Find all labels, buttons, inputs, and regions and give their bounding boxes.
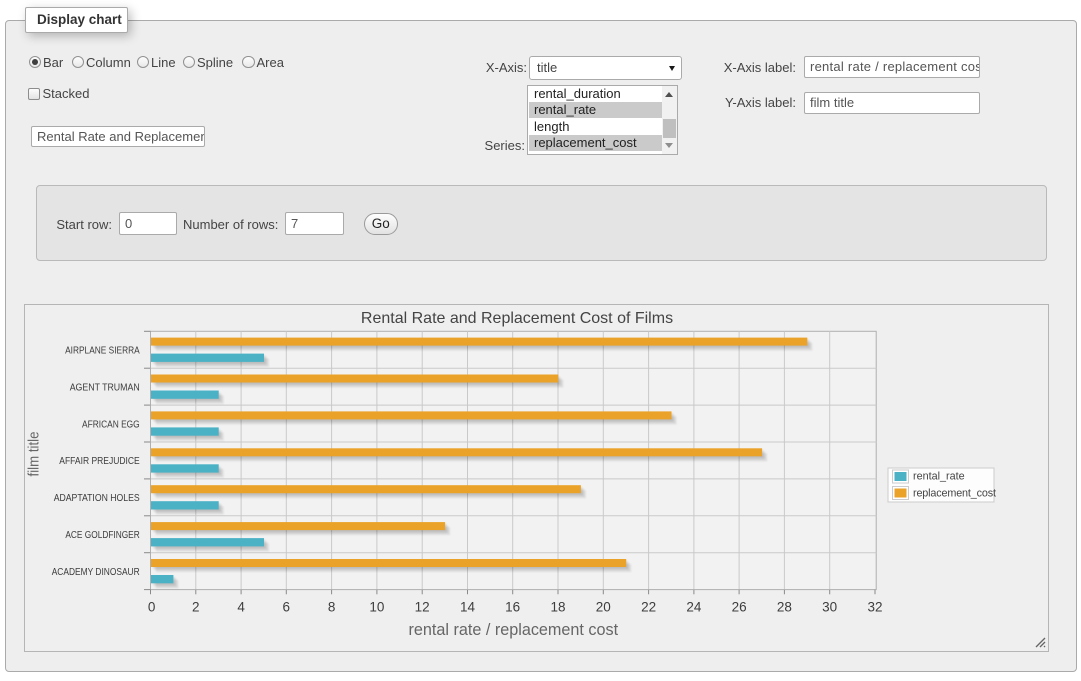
svg-text:replacement_cost: replacement_cost: [913, 488, 996, 500]
svg-text:18: 18: [550, 600, 565, 615]
svg-text:30: 30: [822, 600, 837, 615]
svg-text:16: 16: [505, 600, 520, 615]
svg-text:AIRPLANE SIERRA: AIRPLANE SIERRA: [65, 346, 140, 357]
svg-text:AFFAIR PREJUDICE: AFFAIR PREJUDICE: [59, 456, 140, 467]
svg-text:AFRICAN EGG: AFRICAN EGG: [82, 419, 140, 430]
svg-text:28: 28: [777, 600, 792, 615]
svg-text:2: 2: [192, 600, 200, 615]
svg-text:ACADEMY DINOSAUR: ACADEMY DINOSAUR: [52, 567, 140, 578]
svg-text:24: 24: [686, 600, 702, 615]
svg-text:26: 26: [732, 600, 747, 615]
svg-text:14: 14: [460, 600, 476, 615]
svg-text:film title: film title: [26, 432, 43, 477]
svg-text:12: 12: [415, 600, 430, 615]
svg-text:0: 0: [148, 600, 156, 615]
svg-text:6: 6: [283, 600, 291, 615]
svg-text:Rental Rate and Replacement Co: Rental Rate and Replacement Cost of Film…: [361, 310, 673, 327]
svg-text:20: 20: [596, 600, 611, 615]
svg-text:22: 22: [641, 600, 656, 615]
svg-text:10: 10: [369, 600, 384, 615]
svg-text:ACE GOLDFINGER: ACE GOLDFINGER: [65, 530, 139, 541]
svg-text:8: 8: [328, 600, 336, 615]
svg-text:32: 32: [867, 600, 882, 615]
svg-text:ADAPTATION HOLES: ADAPTATION HOLES: [54, 493, 140, 504]
svg-text:rental rate / replacement cost: rental rate / replacement cost: [408, 621, 618, 639]
svg-text:4: 4: [237, 600, 245, 615]
svg-text:AGENT TRUMAN: AGENT TRUMAN: [70, 382, 140, 393]
svg-text:rental_rate: rental_rate: [913, 471, 965, 483]
